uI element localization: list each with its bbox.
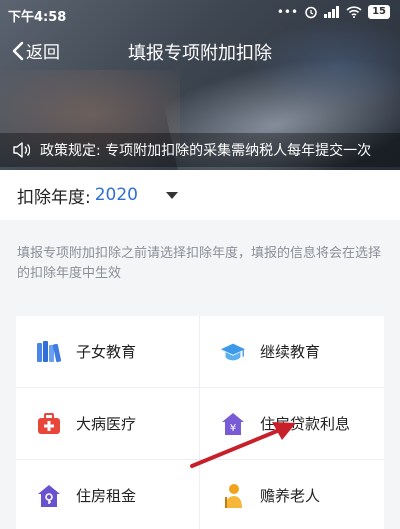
elderly-person-icon [220,483,246,509]
deduction-label: 子女教育 [76,343,137,361]
nav-bar: 返回 填报专项附加扣除 [0,32,400,68]
status-bar: 下午4:58 ••• 15 [0,0,400,28]
house-loan-icon: ¥ [220,411,246,437]
year-label: 扣除年度: [17,187,91,208]
header-banner: 下午4:58 ••• 15 返回 填报专项附加扣除 政策规定: 专项附加扣除的采… [0,0,400,170]
medical-kit-icon [36,411,62,437]
signal-icon [324,6,340,18]
deduction-grid: 子女教育 继续教育 大病医疗 ¥ 住房贷款利息 住房租金 赡养老人 [16,316,384,529]
policy-notice-bar: 政策规定: 专项附加扣除的采集需纳税人每年提交一次 [0,133,400,167]
deduction-label: 大病医疗 [76,415,137,433]
deduction-housing-loan-interest[interactable]: ¥ 住房贷款利息 [200,388,384,460]
house-key-icon [36,483,62,509]
policy-text: 政策规定: 专项附加扣除的采集需纳税人每年提交一次 [40,143,372,159]
deduction-housing-rent[interactable]: 住房租金 [16,460,200,529]
deduction-label: 继续教育 [260,343,321,361]
deduction-label: 赡养老人 [260,487,321,505]
status-time: 下午4:58 [8,10,67,25]
notice-text: 填报专项附加扣除之前请选择扣除年度，填报的信息将会在选择的扣除年度中生效 [17,246,382,281]
deduction-label: 住房租金 [76,487,137,505]
alarm-icon [305,6,317,19]
battery-icon: 15 [368,5,390,19]
deduction-elderly-support[interactable]: 赡养老人 [200,460,384,529]
deduction-child-education[interactable]: 子女教育 [16,316,200,388]
speaker-icon [13,142,30,158]
svg-text:¥: ¥ [230,423,236,434]
deduction-label: 住房贷款利息 [260,415,351,433]
deduction-continuing-education[interactable]: 继续教育 [200,316,384,388]
dropdown-caret-icon[interactable] [166,191,178,199]
deduction-serious-illness[interactable]: 大病医疗 [16,388,200,460]
books-icon [36,339,62,365]
more-dots-icon: ••• [276,5,299,19]
page-title: 填报专项附加扣除 [128,43,272,64]
year-value: 2020 [94,185,138,205]
graduation-cap-icon [220,339,246,365]
wifi-icon [346,6,362,18]
deduction-year-selector[interactable]: 扣除年度: 2020 [0,170,400,220]
